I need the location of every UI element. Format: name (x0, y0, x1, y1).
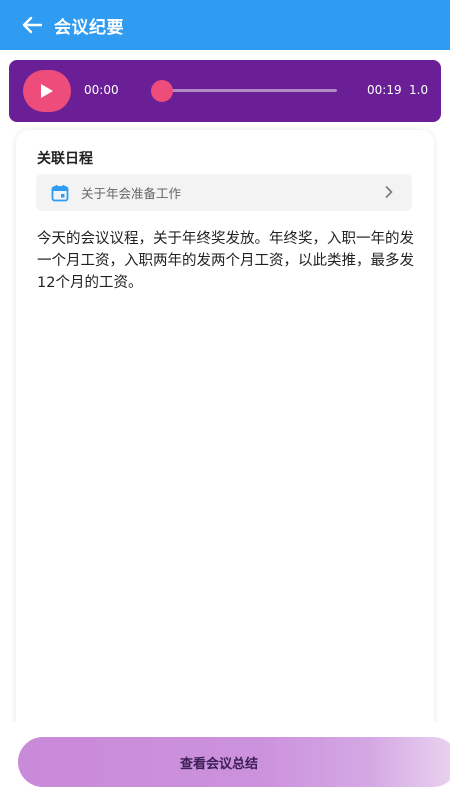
playback-speed[interactable]: 1.0 (409, 83, 428, 97)
page-title: 会议纪要 (54, 17, 124, 38)
play-button[interactable] (23, 70, 71, 112)
arrow-left-icon (22, 16, 42, 34)
bottom-bar: 查看会议总结 (0, 722, 450, 800)
audio-player: 00:00 00:19 1.0 (9, 60, 441, 122)
content-card: 关联日程 关于年会准备工作 今天的会议议程，关于年终奖发放。年终奖，入职一年的发… (16, 130, 434, 750)
section-label: 关联日程 (37, 151, 93, 167)
back-button[interactable] (10, 0, 54, 50)
summary-button-label: 查看会议总结 (179, 756, 258, 772)
minutes-content: 今天的会议议程，关于年终奖发放。年终奖，入职一年的发一个月工资，入职两年的发两个… (37, 231, 414, 291)
progress-knob[interactable] (151, 80, 173, 102)
app-header: 会议纪要 (0, 0, 450, 50)
linked-schedule-item[interactable]: 关于年会准备工作 (36, 174, 412, 211)
calendar-icon (51, 184, 69, 201)
schedule-title: 关于年会准备工作 (81, 186, 182, 201)
current-time: 00:00 (84, 83, 119, 97)
progress-track[interactable] (161, 89, 337, 92)
total-time: 00:19 (367, 83, 402, 97)
play-icon (41, 84, 53, 98)
page: 会议纪要 00:00 00:19 1.0 关联日程 关于年会准备工作 今天的会议… (0, 0, 450, 800)
view-summary-button[interactable]: 查看会议总结 (18, 737, 450, 787)
chevron-right-icon (385, 186, 393, 198)
